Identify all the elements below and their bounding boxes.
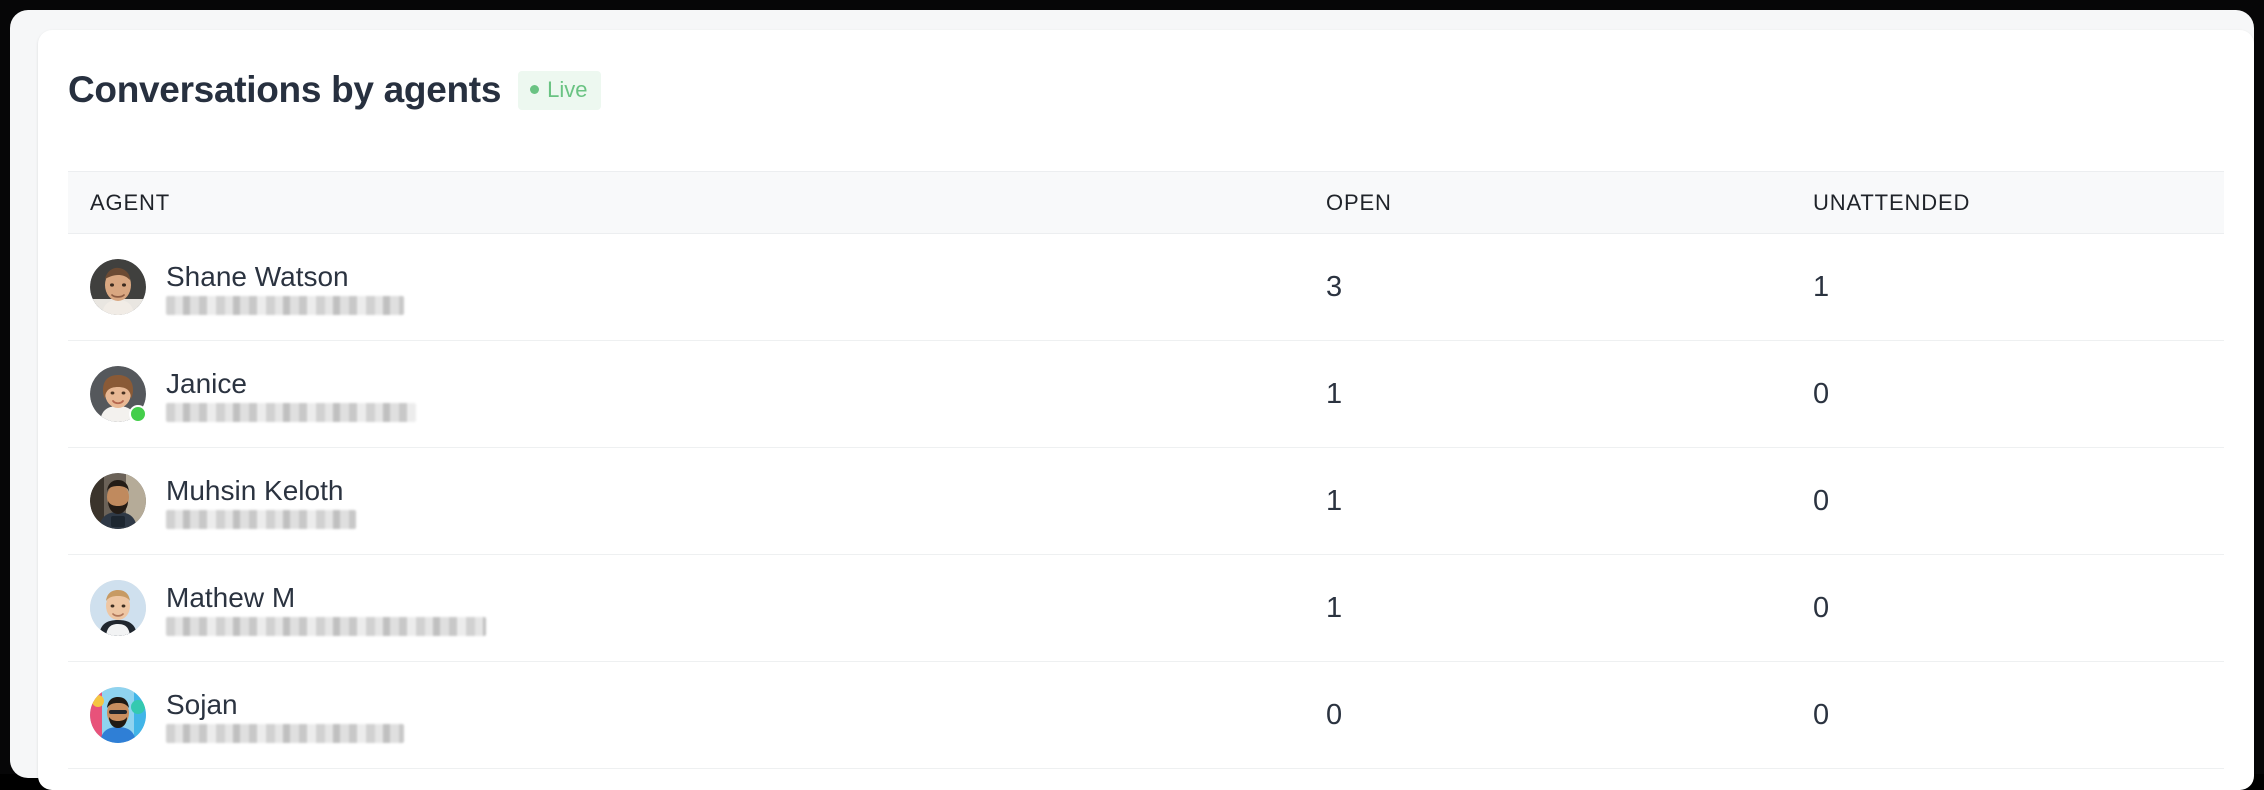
unattended-count: 1 bbox=[1793, 233, 2224, 341]
table-row[interactable]: Muhsin Keloth 1 0 bbox=[68, 447, 2224, 555]
agent-name: Sojan bbox=[166, 688, 238, 720]
conversations-by-agents-card: Conversations by agents Live AGENT OPEN … bbox=[38, 30, 2254, 790]
open-count: 1 bbox=[1306, 340, 1793, 448]
agent-name: Janice bbox=[166, 367, 247, 399]
table-row[interactable]: Shane Watson 3 1 bbox=[68, 233, 2224, 341]
table-row[interactable]: Sojan 0 0 bbox=[68, 661, 2224, 769]
column-header-agent[interactable]: AGENT bbox=[68, 171, 1306, 234]
agent-meta: Mathew M bbox=[166, 581, 486, 636]
agent-cell: Janice bbox=[68, 340, 1306, 448]
open-count: 1 bbox=[1306, 554, 1793, 662]
avatar bbox=[90, 259, 146, 315]
agent-meta: Shane Watson bbox=[166, 260, 404, 315]
open-count: 0 bbox=[1306, 661, 1793, 769]
open-count: 1 bbox=[1306, 447, 1793, 555]
agent-name: Mathew M bbox=[166, 581, 296, 613]
avatar-image bbox=[90, 473, 146, 529]
avatar bbox=[90, 580, 146, 636]
agent-cell: Shane Watson bbox=[68, 233, 1306, 341]
live-badge-label: Live bbox=[547, 76, 588, 102]
agent-meta: Sojan bbox=[166, 688, 404, 743]
agent-email-redacted bbox=[166, 402, 416, 422]
agent-name: Muhsin Keloth bbox=[166, 474, 344, 506]
table-row[interactable]: Mathew M 1 0 bbox=[68, 554, 2224, 662]
screen-frame: Conversations by agents Live AGENT OPEN … bbox=[0, 0, 2264, 790]
column-header-unattended[interactable]: UNATTENDED bbox=[1793, 171, 2224, 234]
avatar bbox=[90, 687, 146, 743]
status-badge-live: Live bbox=[518, 70, 602, 110]
agent-email-redacted bbox=[166, 509, 356, 529]
app-surface: Conversations by agents Live AGENT OPEN … bbox=[10, 10, 2254, 790]
unattended-count: 0 bbox=[1793, 554, 2224, 662]
agent-email-redacted bbox=[166, 723, 404, 743]
agents-table: AGENT OPEN UNATTENDED Shane Watson 3 1 J… bbox=[68, 171, 2224, 769]
unattended-count: 0 bbox=[1793, 447, 2224, 555]
online-status-dot bbox=[129, 405, 147, 423]
agent-meta: Muhsin Keloth bbox=[166, 474, 356, 529]
agent-email-redacted bbox=[166, 295, 404, 315]
agent-email-redacted bbox=[166, 616, 486, 636]
avatar bbox=[90, 473, 146, 529]
card-header: Conversations by agents Live bbox=[68, 68, 602, 112]
open-count: 3 bbox=[1306, 233, 1793, 341]
avatar bbox=[90, 366, 147, 423]
live-dot-icon bbox=[530, 85, 540, 94]
agent-meta: Janice bbox=[166, 367, 416, 422]
unattended-count: 0 bbox=[1793, 661, 2224, 769]
table-header-row: AGENT OPEN UNATTENDED bbox=[68, 171, 2224, 234]
agent-name: Shane Watson bbox=[166, 260, 349, 292]
table-header: AGENT OPEN UNATTENDED bbox=[68, 171, 2224, 234]
agent-cell: Sojan bbox=[68, 661, 1306, 769]
agent-cell: Muhsin Keloth bbox=[68, 447, 1306, 555]
agent-cell: Mathew M bbox=[68, 554, 1306, 662]
table-body: Shane Watson 3 1 Janice 1 0 Muhsin Kelot… bbox=[68, 233, 2224, 769]
avatar-image bbox=[90, 687, 146, 743]
unattended-count: 0 bbox=[1793, 340, 2224, 448]
column-header-open[interactable]: OPEN bbox=[1306, 171, 1793, 234]
avatar-image bbox=[90, 259, 146, 315]
table-row[interactable]: Janice 1 0 bbox=[68, 340, 2224, 448]
page-title: Conversations by agents bbox=[68, 69, 502, 110]
avatar-image bbox=[90, 580, 146, 636]
